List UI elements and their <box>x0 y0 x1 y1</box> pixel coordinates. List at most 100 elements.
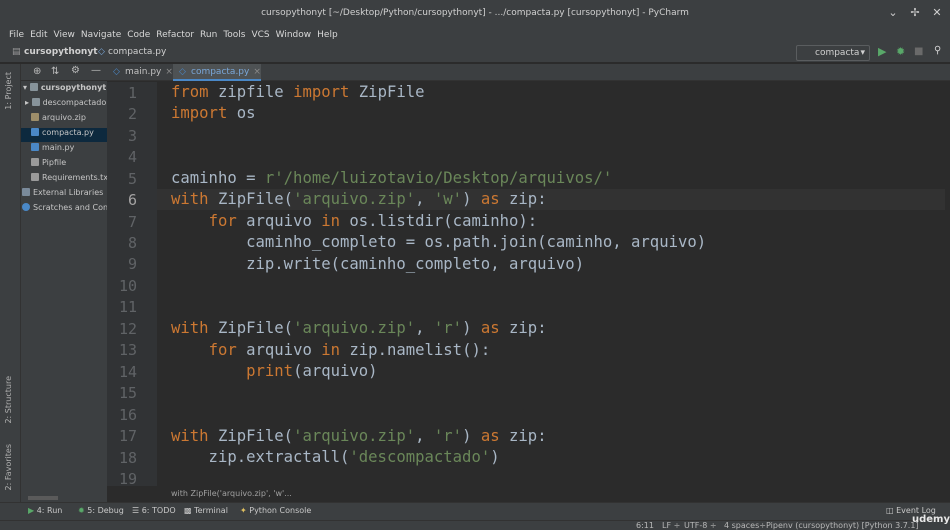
menu-vcs[interactable]: VCS <box>251 28 269 43</box>
code-token: zip.namelist(): <box>340 341 491 359</box>
tree-item-main-py[interactable]: main.py <box>21 143 107 152</box>
menu-view[interactable]: View <box>54 28 75 43</box>
chevron-down-icon[interactable]: ⌄ <box>886 6 900 20</box>
python-file-icon: ◇ <box>179 67 186 77</box>
code-line-6[interactable]: with ZipFile('arquivo.zip', 'w') as zip: <box>171 190 547 208</box>
indent-setting[interactable]: 4 spaces÷ <box>724 521 766 530</box>
tree-scratches[interactable]: Scratches and Cons <box>21 203 107 212</box>
tool-window-bar: ▶ 4: Run ✹ 5: Debug ☰ 6: TODO ▩ Terminal… <box>0 502 950 520</box>
cursor-position[interactable]: 6:11 <box>636 521 654 530</box>
menu-code[interactable]: Code <box>127 28 150 43</box>
line-number: 8 <box>127 234 137 252</box>
menu-run[interactable]: Run <box>200 28 217 43</box>
run-icon[interactable]: ▶ <box>878 45 886 58</box>
tab-project[interactable]: 1: Project <box>4 72 13 110</box>
code-line-17[interactable]: with ZipFile('arquivo.zip', 'r') as zip: <box>171 427 547 445</box>
tool-run[interactable]: ▶ 4: Run <box>28 506 62 515</box>
code-token: , <box>415 190 434 208</box>
menu-file[interactable]: File <box>9 28 24 43</box>
code-line-18[interactable]: zip.extractall('descompactado') <box>171 448 500 466</box>
menu-tools[interactable]: Tools <box>223 28 245 43</box>
gear-icon[interactable]: ⚙ <box>71 65 80 76</box>
stop-icon[interactable]: ■ <box>914 46 923 57</box>
code-line-9[interactable]: zip.write(caminho_completo, arquivo) <box>171 255 584 273</box>
left-tool-strip: 1: Project 2: Structure 2: Favorites <box>0 64 21 502</box>
tree-item-requirements[interactable]: Requirements.txt <box>21 173 107 182</box>
code-token: (arquivo) <box>293 362 378 380</box>
menu-refactor[interactable]: Refactor <box>156 28 194 43</box>
code-token: ZipFile <box>349 83 425 101</box>
code-line-7[interactable]: for arquivo in os.listdir(caminho): <box>171 212 538 230</box>
tool-debug[interactable]: ✹ 5: Debug <box>78 506 124 515</box>
chevron-down-icon: ▾ <box>23 83 28 92</box>
python-file-icon: ◇ <box>113 67 120 77</box>
tree-external-libraries[interactable]: External Libraries <box>21 188 107 197</box>
code-line-2[interactable]: import os <box>171 104 256 122</box>
tab-favorites[interactable]: 2: Favorites <box>4 444 13 490</box>
line-number: 17 <box>118 427 137 445</box>
code-token: zip: <box>499 319 547 337</box>
code-token: ZipFile( <box>208 427 294 445</box>
tree-item-pipfile[interactable]: Pipfile <box>21 158 107 167</box>
code-token: import <box>171 104 228 122</box>
tree-item-compacta-py[interactable]: compacta.py <box>21 128 107 142</box>
vertical-scrollbar[interactable] <box>945 82 950 486</box>
code-token: as <box>480 319 500 337</box>
code-token: with <box>171 427 209 445</box>
nav-file[interactable]: compacta.py <box>108 47 166 57</box>
code-token: caminho = <box>171 169 265 187</box>
horizontal-scrollbar[interactable] <box>28 496 58 500</box>
code-token: 'arquivo.zip' <box>293 190 416 208</box>
line-number: 10 <box>118 277 137 295</box>
menu-navigate[interactable]: Navigate <box>81 28 121 43</box>
tool-todo[interactable]: ☰ 6: TODO <box>132 506 176 515</box>
code-line-14[interactable]: print(arquivo) <box>171 362 378 380</box>
tree-item-descompactado[interactable]: ▸ descompactado <box>21 98 107 107</box>
menu-window[interactable]: Window <box>276 28 312 43</box>
tree-root[interactable]: ▾ cursopythonyt ~/ <box>23 83 109 92</box>
close-icon[interactable]: × <box>253 67 261 77</box>
menu-help[interactable]: Help <box>317 28 338 43</box>
code-token: for <box>208 212 237 230</box>
code-token: 'descompactado' <box>349 448 491 466</box>
code-line-5[interactable]: caminho = r'/home/luizotavio/Desktop/arq… <box>171 169 612 187</box>
code-token: ) <box>462 427 481 445</box>
code-breadcrumb[interactable]: with ZipFile('arquivo.zip', 'w'... <box>107 486 950 502</box>
file-encoding[interactable]: UTF-8 ÷ <box>684 521 717 530</box>
minimize-icon[interactable]: — <box>91 65 101 76</box>
line-separator[interactable]: LF ÷ <box>662 521 680 530</box>
tool-terminal[interactable]: ▩ Terminal <box>184 506 228 515</box>
close-icon[interactable]: × <box>165 67 173 77</box>
code-line-13[interactable]: for arquivo in zip.namelist(): <box>171 341 491 359</box>
code-editor[interactable]: from zipfile import ZipFile import os ca… <box>157 82 945 486</box>
code-line-8[interactable]: caminho_completo = os.path.join(caminho,… <box>171 233 706 251</box>
tool-python-console[interactable]: ✦ Python Console <box>240 506 311 515</box>
close-icon[interactable]: ✕ <box>930 6 944 20</box>
code-token: arquivo <box>236 212 322 230</box>
tab-main-py[interactable]: ◇ main.py × <box>107 64 173 81</box>
code-token: print <box>246 362 294 380</box>
line-number: 13 <box>118 341 137 359</box>
line-number-gutter: 1 2 3 4 5 6 7 8 9 10 11 12 13 14 15 16 1… <box>107 82 165 488</box>
line-number: 16 <box>118 406 137 424</box>
project-panel: ⊕ ⇅ ⚙ — ▾ cursopythonyt ~/ ▸ descompacta… <box>21 64 109 502</box>
interpreter[interactable]: Pipenv (cursopythonyt) [Python 3.7.1] <box>766 521 936 530</box>
line-number: 11 <box>118 298 137 316</box>
code-token: ZipFile( <box>208 190 294 208</box>
line-number: 1 <box>127 84 137 102</box>
folder-icon: ▤ <box>12 47 21 57</box>
code-line-1[interactable]: from zipfile import ZipFile <box>171 83 425 101</box>
tab-compacta-py[interactable]: ◇ compacta.py × <box>173 64 261 81</box>
nav-project[interactable]: cursopythonyt <box>24 47 98 57</box>
tab-structure[interactable]: 2: Structure <box>4 376 13 424</box>
run-config-select[interactable]: compacta ▾ <box>796 45 870 61</box>
restore-icon[interactable]: ✢ <box>908 6 922 20</box>
line-number: 5 <box>127 170 137 188</box>
code-line-12[interactable]: with ZipFile('arquivo.zip', 'r') as zip: <box>171 319 547 337</box>
collapse-icon[interactable]: ⇅ <box>51 66 59 77</box>
debug-icon[interactable]: ✹ <box>896 45 905 58</box>
target-icon[interactable]: ⊕ <box>33 66 41 77</box>
tree-item-arquivo-zip[interactable]: arquivo.zip <box>21 113 107 122</box>
menu-edit[interactable]: Edit <box>30 28 47 43</box>
search-icon[interactable]: ⚲ <box>934 45 941 56</box>
